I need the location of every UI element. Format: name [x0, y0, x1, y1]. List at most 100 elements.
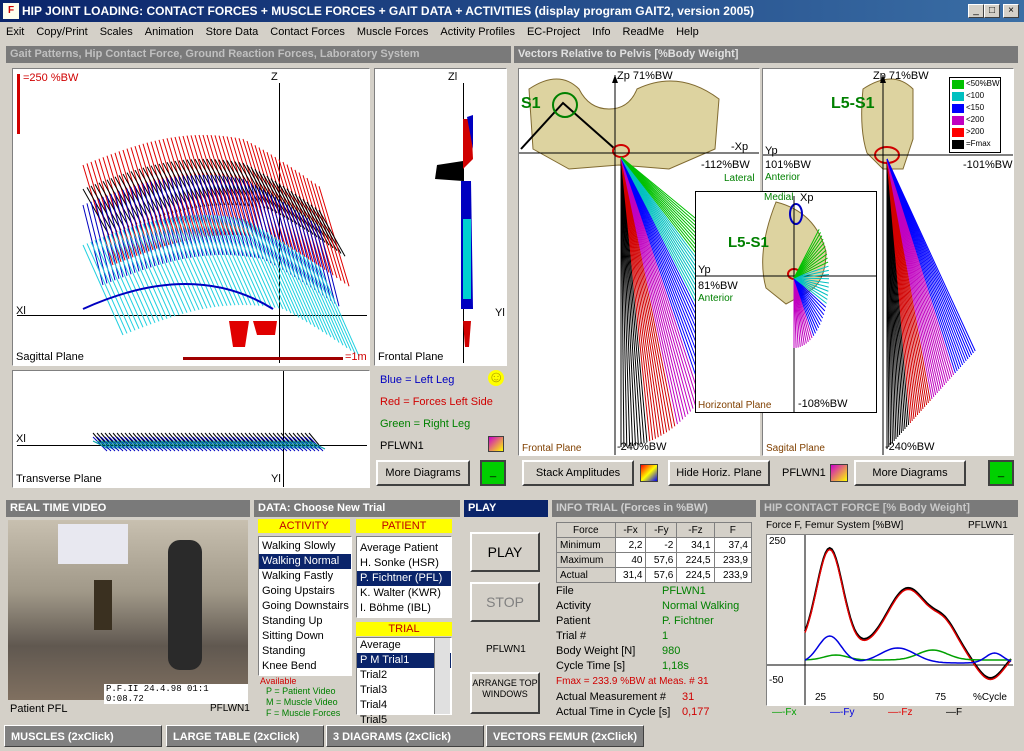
activity-list[interactable]: Walking Slowly Walking Normal Walking Fast…: [258, 536, 352, 676]
frontal-plane-label: Frontal Plane: [522, 443, 582, 454]
video-patient: Patient PFL: [10, 703, 68, 715]
yp-label-2: Yp: [698, 264, 711, 276]
palette-icon[interactable]: [640, 464, 658, 482]
available-note: P = Patient Video: [266, 686, 336, 696]
patient-list-item[interactable]: I. Böhme (IBL): [357, 601, 451, 616]
tab-3-diagrams[interactable]: 3 DIAGRAMS (2xClick): [326, 725, 484, 747]
menu-activity-profiles[interactable]: Activity Profiles: [434, 26, 521, 38]
gait-panel: Gait Patterns, Hip Contact Force, Ground…: [6, 46, 511, 492]
vectors-panel: Vectors Relative to Pelvis [%Body Weight…: [514, 46, 1018, 492]
sagittal-label: Sagittal Plane: [16, 351, 84, 363]
table-row: Actual 31,4 57,6 224,5 233,9: [556, 567, 753, 583]
magnitude-legend-item: <200: [950, 114, 1000, 126]
menu-info[interactable]: Info: [586, 26, 616, 38]
hide-horiz-plane-button[interactable]: Hide Horiz. Plane: [668, 460, 770, 486]
menu-ec-project[interactable]: EC-Project: [521, 26, 586, 38]
menu-store-data[interactable]: Store Data: [200, 26, 265, 38]
magnitude-legend-item: =Fmax: [950, 138, 1000, 150]
l5s1-label-2: L5-S1: [728, 234, 769, 251]
anterior-label-2: Anterior: [698, 293, 734, 304]
activity-list-item[interactable]: Sitting Down: [259, 629, 351, 644]
hcf-y250: 250: [769, 536, 786, 547]
magnitude-legend-item: <100: [950, 90, 1000, 102]
video-frame[interactable]: P.F.II 24.4.98 01:1 0:08.72: [8, 520, 248, 704]
force-table-header: -Fz: [676, 522, 715, 538]
more-diagrams-button-2[interactable]: More Diagrams: [854, 460, 966, 486]
xp-label: Xp: [800, 192, 814, 204]
tab-muscles[interactable]: MUSCLES (2xClick): [4, 725, 162, 747]
available-note: M = Muscle Video: [266, 697, 338, 707]
menu-animation[interactable]: Animation: [139, 26, 200, 38]
activity-list-item[interactable]: Walking Normal: [259, 554, 351, 569]
menu-exit[interactable]: Exit: [0, 26, 30, 38]
window-title: HIP JOINT LOADING: CONTACT FORCES + MUSC…: [22, 4, 754, 18]
video-title: REAL TIME VIDEO: [6, 500, 250, 517]
force-table-cell: Actual: [556, 567, 616, 583]
yp-label: Yp: [765, 145, 778, 157]
patient-list-item[interactable]: K. Walter (KWR): [357, 586, 451, 601]
activity-list-item[interactable]: Going Upstairs: [259, 584, 351, 599]
transverse-gait-lines: [92, 432, 326, 452]
menu-copy-print[interactable]: Copy/Print: [30, 26, 93, 38]
activity-list-item[interactable]: Walking Fastly: [259, 569, 351, 584]
video-figure-2: [94, 580, 112, 630]
smiley-icon[interactable]: ☺: [488, 370, 504, 386]
activity-list-item[interactable]: Knee Bend: [259, 659, 351, 674]
gait-panel-title: Gait Patterns, Hip Contact Force, Ground…: [6, 46, 511, 63]
more-diagrams-button[interactable]: More Diagrams: [376, 460, 470, 486]
bw101: 101%BW: [765, 159, 811, 171]
graph-icon[interactable]: [488, 436, 504, 452]
info-title: INFO TRIAL (Forces in %BW): [552, 500, 756, 517]
stop-button[interactable]: STOP: [470, 582, 540, 622]
activity-list-item[interactable]: Going Downstairs: [259, 599, 351, 614]
menu-scales[interactable]: Scales: [94, 26, 139, 38]
stack-amplitudes-button[interactable]: Stack Amplitudes: [522, 460, 634, 486]
video-figure: [168, 540, 202, 670]
menu-contact-forces[interactable]: Contact Forces: [264, 26, 351, 38]
patient-list-item[interactable]: H. Sonke (HSR): [357, 556, 451, 571]
activity-list-item[interactable]: Standing: [259, 644, 351, 659]
legend-green: Green = Right Leg: [380, 418, 471, 430]
video-code: PFLWN1: [210, 703, 250, 714]
frontal-gait-lines: [435, 115, 473, 347]
s1-label: S1: [521, 95, 541, 112]
menu-help[interactable]: Help: [670, 26, 705, 38]
force-table-cell: 233,9: [713, 567, 753, 583]
actual-time-label: Actual Time in Cycle [s]: [556, 706, 671, 718]
magnitude-legend-item: <150: [950, 102, 1000, 114]
actual-meas-label: Actual Measurement #: [556, 691, 667, 703]
patient-list[interactable]: Average Patient H. Sonke (HSR) P. Fichtner…: [356, 536, 452, 618]
patient-list-item[interactable]: P. Fichtner (PFL): [357, 571, 451, 586]
menu-readme[interactable]: ReadMe: [617, 26, 671, 38]
l5s1-label: L5-S1: [831, 95, 875, 112]
play-button[interactable]: PLAY: [470, 532, 540, 572]
trial-scrollbar[interactable]: [434, 638, 450, 714]
info-labels: File Activity Patient Trial # Body Weigh…: [556, 584, 656, 674]
green-toggle-button-2[interactable]: _: [988, 460, 1014, 486]
bw81: 81%BW: [698, 280, 738, 292]
horizontal-plane-plot: Medial Xp L5-S1 Yp 81%BW Anterior Horizo…: [695, 191, 877, 413]
patient-label: Patient: [556, 615, 591, 627]
arrange-windows-button[interactable]: ARRANGE TOP WINDOWS: [470, 672, 540, 714]
green-toggle-button[interactable]: _: [480, 460, 506, 486]
tab-vectors-femur[interactable]: VECTORS FEMUR (2xClick): [486, 725, 644, 747]
close-button[interactable]: ×: [1003, 4, 1019, 18]
neg-240-left: -240%BW: [617, 441, 667, 453]
activity-list-item[interactable]: Standing Up: [259, 614, 351, 629]
hcf-x25: 25: [815, 692, 827, 703]
hcf-x50: 50: [873, 692, 885, 703]
minimize-button[interactable]: _: [968, 4, 984, 18]
patient-header: PATIENT: [356, 519, 452, 533]
video-panel: REAL TIME VIDEO P.F.II 24.4.98 01:1 0:08…: [6, 500, 250, 720]
tab-large-table[interactable]: LARGE TABLE (2xClick): [166, 725, 324, 747]
graph-icon-2[interactable]: [830, 464, 848, 482]
force-table-cell: 2,2: [614, 537, 647, 553]
patient-list-item[interactable]: Average Patient: [357, 541, 451, 556]
activity-value: Normal Walking: [662, 600, 740, 612]
menu-muscle-forces[interactable]: Muscle Forces: [351, 26, 435, 38]
maximize-button[interactable]: □: [984, 4, 1000, 18]
activity-label: Activity: [556, 600, 591, 612]
force-table-cell: 224,5: [676, 567, 715, 583]
activity-list-item[interactable]: Walking Slowly: [259, 539, 351, 554]
force-table-cell: 31,4: [614, 567, 647, 583]
